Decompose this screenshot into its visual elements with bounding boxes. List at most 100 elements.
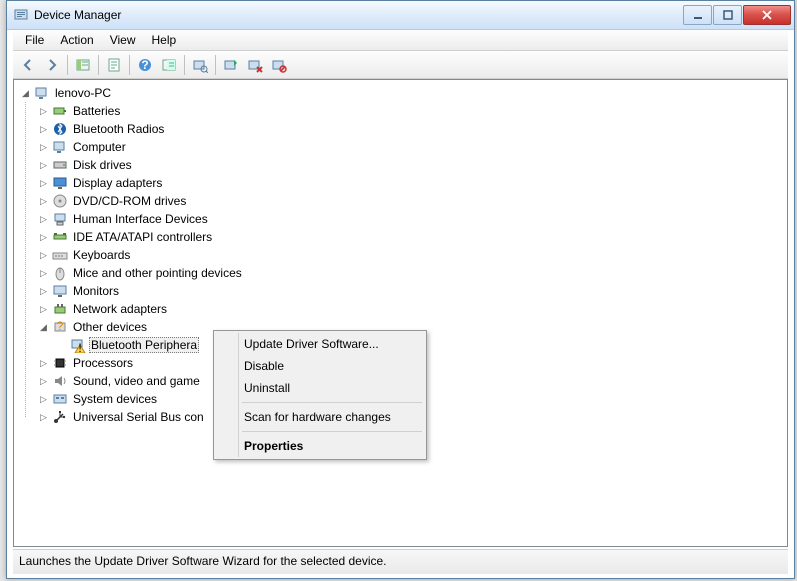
help-button[interactable]: ? — [134, 54, 156, 76]
tree-item-label: Mice and other pointing devices — [71, 265, 244, 281]
toolbar-separator — [67, 55, 68, 75]
expand-icon[interactable]: ▷ — [36, 104, 51, 119]
context-uninstall[interactable]: Uninstall — [216, 377, 424, 399]
expand-icon[interactable]: ▷ — [36, 356, 51, 371]
tree-item[interactable]: ▷ Computer — [36, 138, 787, 156]
properties-button[interactable] — [103, 54, 125, 76]
svg-text:!: ! — [78, 341, 81, 353]
device-manager-window: Device Manager File Action View Help ? — [6, 0, 795, 579]
expand-icon[interactable]: ▷ — [36, 284, 51, 299]
toolbar: ? — [13, 51, 788, 79]
tree-item-label: Computer — [71, 139, 128, 155]
expand-icon[interactable]: ▷ — [36, 302, 51, 317]
expand-icon[interactable]: ▷ — [36, 248, 51, 263]
toolbar-separator — [129, 55, 130, 75]
context-scan-hardware[interactable]: Scan for hardware changes — [216, 406, 424, 428]
tree-item-label: Other devices — [71, 319, 149, 335]
device-warning-icon: ! — [70, 337, 86, 353]
tree-item-label: Batteries — [71, 103, 122, 119]
expand-icon[interactable]: ▷ — [36, 122, 51, 137]
system-icon — [52, 391, 68, 407]
svg-text:?: ? — [57, 319, 64, 333]
minimize-button[interactable] — [683, 5, 712, 25]
menu-file[interactable]: File — [17, 31, 52, 49]
collapse-icon[interactable]: ◢ — [36, 320, 51, 335]
context-disable[interactable]: Disable — [216, 355, 424, 377]
expand-icon[interactable]: ▷ — [36, 374, 51, 389]
expand-icon[interactable]: ▷ — [36, 176, 51, 191]
tree-panel: ◢ lenovo-PC ▷Batteries▷Bluetooth Radios▷… — [13, 79, 788, 547]
context-properties[interactable]: Properties — [216, 435, 424, 457]
mouse-icon — [52, 265, 68, 281]
tree-item-label: System devices — [71, 391, 159, 407]
hid-icon — [52, 211, 68, 227]
tree-item[interactable]: ▷ Bluetooth Radios — [36, 120, 787, 138]
sound-icon — [52, 373, 68, 389]
bluetooth-icon — [52, 121, 68, 137]
expand-icon[interactable]: ▷ — [36, 212, 51, 227]
scan-hardware-button[interactable] — [189, 54, 211, 76]
tree-item-label: Disk drives — [71, 157, 134, 173]
tree-item[interactable]: ▷ Monitors — [36, 282, 787, 300]
tree-item[interactable]: ▷ Mice and other pointing devices — [36, 264, 787, 282]
toolbar-separator — [98, 55, 99, 75]
svg-text:?: ? — [141, 58, 148, 72]
toolbar-separator — [184, 55, 185, 75]
computer-icon — [52, 139, 68, 155]
toolbar-separator — [215, 55, 216, 75]
tree-item[interactable]: ▷ Display adapters — [36, 174, 787, 192]
expand-icon[interactable]: ▷ — [36, 230, 51, 245]
statusbar: Launches the Update Driver Software Wiza… — [13, 549, 788, 574]
tree-item-label: Display adapters — [71, 175, 164, 191]
tree-item-label: Monitors — [71, 283, 121, 299]
keyboard-icon — [52, 247, 68, 263]
context-update-driver[interactable]: Update Driver Software... — [216, 333, 424, 355]
close-button[interactable] — [743, 5, 791, 25]
tree-item[interactable]: ▷ Keyboards — [36, 246, 787, 264]
app-icon — [13, 7, 29, 23]
tree-item-label: Bluetooth Periphera — [89, 337, 199, 353]
tree-spacer — [54, 338, 69, 353]
tree-item-label: IDE ATA/ATAPI controllers — [71, 229, 214, 245]
context-separator — [242, 431, 422, 432]
tree-item[interactable]: ▷ IDE ATA/ATAPI controllers — [36, 228, 787, 246]
expand-icon[interactable]: ▷ — [36, 194, 51, 209]
menubar: File Action View Help — [13, 30, 788, 51]
battery-icon — [52, 103, 68, 119]
window-title: Device Manager — [34, 8, 683, 22]
display-icon — [52, 175, 68, 191]
tree-item[interactable]: ▷DVD/CD-ROM drives — [36, 192, 787, 210]
expand-icon[interactable]: ▷ — [36, 158, 51, 173]
update-driver-button[interactable] — [220, 54, 242, 76]
tree-item[interactable]: ▷ Human Interface Devices — [36, 210, 787, 228]
back-button[interactable] — [17, 54, 39, 76]
tree-item-label: Network adapters — [71, 301, 169, 317]
forward-button[interactable] — [41, 54, 63, 76]
action-button[interactable] — [158, 54, 180, 76]
collapse-icon[interactable]: ◢ — [18, 86, 33, 101]
tree-item[interactable]: ▷ Network adapters — [36, 300, 787, 318]
tree-item[interactable]: ▷ Disk drives — [36, 156, 787, 174]
dvd-icon — [52, 193, 68, 209]
tree-item-label: Bluetooth Radios — [71, 121, 166, 137]
expand-icon[interactable]: ▷ — [36, 392, 51, 407]
maximize-button[interactable] — [713, 5, 742, 25]
uninstall-button[interactable] — [244, 54, 266, 76]
titlebar[interactable]: Device Manager — [7, 1, 794, 30]
tree-item-label: Keyboards — [71, 247, 132, 263]
tree-item[interactable]: ▷ Batteries — [36, 102, 787, 120]
menu-view[interactable]: View — [102, 31, 144, 49]
expand-icon[interactable]: ▷ — [36, 140, 51, 155]
expand-icon[interactable]: ▷ — [36, 410, 51, 425]
menu-help[interactable]: Help — [144, 31, 185, 49]
show-hide-tree-button[interactable] — [72, 54, 94, 76]
computer-icon — [34, 85, 50, 101]
tree-item-label: Human Interface Devices — [71, 211, 210, 227]
disable-button[interactable] — [268, 54, 290, 76]
expand-icon[interactable]: ▷ — [36, 266, 51, 281]
menu-action[interactable]: Action — [52, 31, 101, 49]
tree-item-label: Sound, video and game — [71, 373, 202, 389]
disk-icon — [52, 157, 68, 173]
tree-item-label: Processors — [71, 355, 135, 371]
tree-item-label: Universal Serial Bus con — [71, 409, 206, 425]
